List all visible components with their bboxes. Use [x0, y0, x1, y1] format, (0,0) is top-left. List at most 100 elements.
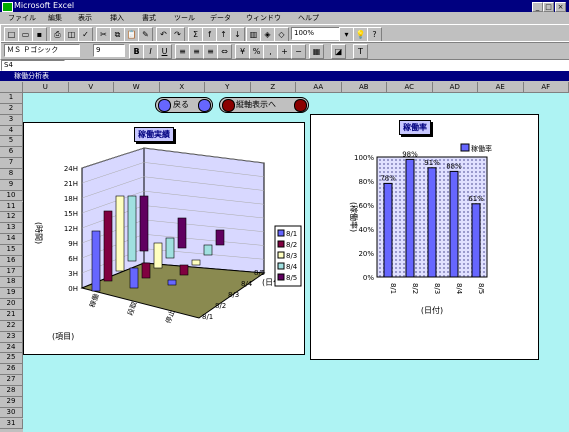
column-header[interactable]: Z — [250, 82, 296, 93]
column-header[interactable]: AC — [387, 82, 433, 93]
row-header[interactable]: 4 — [0, 125, 23, 137]
column-header[interactable]: W — [114, 82, 160, 93]
row-header[interactable]: 23 — [0, 331, 23, 343]
underline-icon[interactable]: U — [157, 44, 172, 59]
close-button[interactable]: × — [555, 2, 566, 12]
column-header[interactable]: AB — [341, 82, 387, 93]
open-icon[interactable]: ▭ — [18, 27, 33, 42]
function-icon[interactable]: f — [202, 27, 217, 42]
minimize-button[interactable]: _ — [532, 2, 543, 12]
sort-asc-icon[interactable]: ↑ — [216, 27, 231, 42]
row-header[interactable]: 5 — [0, 136, 23, 148]
column-header[interactable]: AD — [432, 82, 478, 93]
column-header[interactable]: AE — [478, 82, 524, 93]
borders-icon[interactable]: ▦ — [309, 44, 324, 59]
save-icon[interactable]: ▪ — [32, 27, 47, 42]
column-header[interactable]: V — [68, 82, 114, 93]
row-header[interactable]: 8 — [0, 168, 23, 180]
font-color-icon[interactable]: T — [353, 44, 368, 59]
percent-icon[interactable]: % — [249, 44, 264, 59]
row-header[interactable]: 31 — [0, 418, 23, 430]
menu-view[interactable]: 表示 — [78, 13, 92, 23]
column-header[interactable]: U — [23, 82, 69, 93]
increase-decimal-icon[interactable]: + — [277, 44, 292, 59]
row-header[interactable]: 27 — [0, 375, 23, 386]
row-header[interactable]: 25 — [0, 353, 23, 365]
new-icon[interactable]: □ — [4, 27, 19, 42]
row-header[interactable]: 21 — [0, 310, 23, 321]
align-left-icon[interactable]: ≡ — [175, 44, 190, 59]
decrease-decimal-icon[interactable]: − — [291, 44, 306, 59]
name-box[interactable]: S4 — [1, 60, 65, 71]
back-button[interactable]: 戻る — [155, 97, 213, 113]
row-header[interactable]: 12 — [0, 212, 23, 224]
menu-format[interactable]: 書式 — [142, 13, 156, 23]
bold-icon[interactable]: B — [129, 44, 144, 59]
row-header[interactable]: 22 — [0, 320, 23, 332]
row-header[interactable]: 16 — [0, 255, 23, 267]
row-header[interactable]: 17 — [0, 266, 23, 278]
map-icon[interactable]: ◈ — [260, 27, 275, 42]
drawing-icon[interactable]: ◇ — [274, 27, 289, 42]
sort-desc-icon[interactable]: ↓ — [230, 27, 245, 42]
autosum-icon[interactable]: Σ — [188, 27, 203, 42]
menu-help[interactable]: ヘルプ — [298, 13, 319, 23]
copy-icon[interactable]: ⧉ — [110, 27, 125, 42]
column-header[interactable]: Y — [205, 82, 251, 93]
row-header[interactable]: 3 — [0, 114, 23, 126]
chart-right[interactable]: 稼働率 100% 80% 60% 40% 20% 0% (稼働率) 78% 8/1 98% 8/2 9… — [310, 114, 539, 360]
undo-icon[interactable]: ↶ — [156, 27, 171, 42]
preview-icon[interactable]: ◫ — [64, 27, 79, 42]
menu-data[interactable]: データ — [210, 13, 231, 23]
tipwizard-icon[interactable]: 💡 — [353, 27, 368, 42]
size-select[interactable]: 9 — [93, 44, 125, 57]
excel-app-icon[interactable] — [2, 2, 13, 12]
menu-edit[interactable]: 編集 — [48, 13, 62, 23]
row-header[interactable]: 28 — [0, 385, 23, 397]
spell-icon[interactable]: ✓ — [78, 27, 93, 42]
row-header[interactable]: 11 — [0, 201, 23, 213]
row-header[interactable]: 6 — [0, 147, 23, 159]
print-icon[interactable]: ⎙ — [50, 27, 65, 42]
row-header[interactable]: 2 — [0, 103, 23, 115]
chart-left[interactable]: 稼働実績 24H 21H 18H 15H 12H 9H 6H 3H 0H (時間) 稼働 段取 停止 (項… — [23, 122, 305, 355]
menu-insert[interactable]: 挿入 — [110, 13, 124, 23]
font-select[interactable]: ＭＳ Ｐゴシック — [4, 44, 80, 57]
merge-center-icon[interactable]: ⇔ — [217, 44, 232, 59]
paste-icon[interactable]: 📋 — [124, 27, 139, 42]
column-header[interactable]: AA — [296, 82, 342, 93]
help-icon[interactable]: ? — [367, 27, 382, 42]
align-center-icon[interactable]: ≡ — [189, 44, 204, 59]
menu-file[interactable]: ファイル — [8, 13, 36, 23]
menu-tools[interactable]: ツール — [174, 13, 195, 23]
vertical-view-button[interactable]: 縦軸表示へ — [219, 97, 309, 113]
format-painter-icon[interactable]: ✎ — [138, 27, 153, 42]
row-header[interactable]: 30 — [0, 407, 23, 419]
row-header[interactable]: 1 — [0, 93, 23, 104]
fill-color-icon[interactable]: ◪ — [331, 44, 346, 59]
redo-icon[interactable]: ↷ — [170, 27, 185, 42]
row-header[interactable]: 29 — [0, 396, 23, 408]
row-header[interactable]: 24 — [0, 342, 23, 354]
row-header[interactable]: 13 — [0, 223, 23, 235]
zoom-select[interactable]: 100% — [291, 27, 341, 40]
row-header[interactable]: 9 — [0, 179, 23, 191]
row-header[interactable]: 26 — [0, 364, 23, 376]
italic-icon[interactable]: I — [143, 44, 158, 59]
cut-icon[interactable]: ✂ — [96, 27, 111, 42]
currency-icon[interactable]: ¥ — [235, 44, 250, 59]
chart-wizard-icon[interactable]: ▥ — [246, 27, 261, 42]
comma-icon[interactable]: , — [263, 44, 278, 59]
row-header[interactable]: 15 — [0, 244, 23, 256]
align-right-icon[interactable]: ≡ — [203, 44, 218, 59]
row-header[interactable]: 18 — [0, 277, 23, 289]
row-header[interactable]: 10 — [0, 190, 23, 202]
column-header[interactable]: AF — [523, 82, 569, 93]
column-header[interactable]: X — [159, 82, 205, 93]
menu-window[interactable]: ウィンドウ — [246, 13, 281, 23]
row-header[interactable]: 7 — [0, 158, 23, 169]
maximize-button[interactable]: □ — [543, 2, 554, 12]
sheet-grid[interactable]: 戻る 縦軸表示へ 稼働実績 24H 21H 18H 15H 12H 9H 6H 3H 0H (時間… — [23, 93, 569, 432]
select-all-corner[interactable] — [0, 82, 23, 93]
row-header[interactable]: 19 — [0, 288, 23, 300]
